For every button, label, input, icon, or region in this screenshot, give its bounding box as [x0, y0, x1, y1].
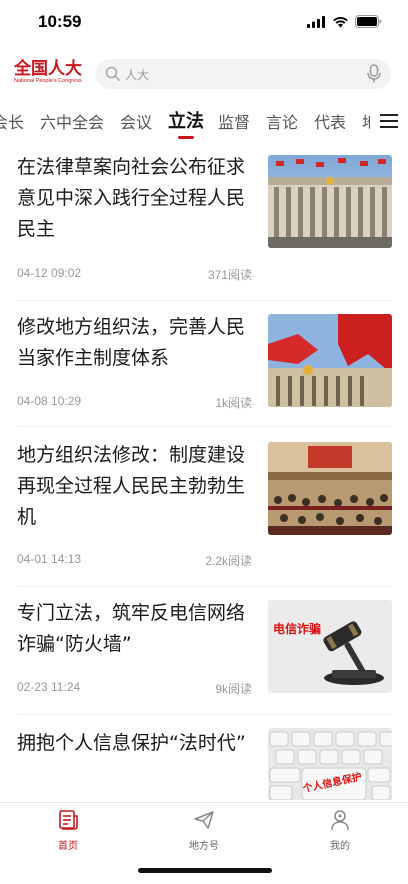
news-icon: [59, 810, 78, 830]
divider: [17, 426, 392, 427]
news-title[interactable]: 修改地方组织法，完善人民当家作主制度体系: [17, 312, 257, 374]
news-thumbnail[interactable]: [268, 442, 392, 535]
news-title[interactable]: 地方组织法修改：制度建设再现全过程人民民主勃勃生机: [17, 440, 257, 533]
user-icon: [331, 810, 349, 831]
news-item[interactable]: 在法律草案向社会公布征求意见中深入践行全过程人民民主 04-12 09:02 3…: [0, 152, 408, 302]
nav-label: 首页: [58, 841, 78, 852]
gavel-icon: [323, 621, 384, 685]
header: 全国人大 National People's Congress 人大: [0, 52, 408, 96]
microphone-icon[interactable]: [367, 64, 381, 84]
channel-tabs: 会长 六中全会 会议 立法 监督 言论 代表 地方: [0, 100, 408, 142]
news-thumbnail[interactable]: [268, 314, 392, 407]
tab-channel[interactable]: 六中全会: [40, 109, 104, 133]
logo-chinese: 全国人大: [14, 59, 82, 79]
news-read-count: 1k阅读: [215, 396, 252, 410]
paper-plane-icon: [194, 811, 214, 829]
tab-channel[interactable]: 言论: [266, 109, 298, 133]
news-title[interactable]: 专门立法，筑牢反电信网络诈骗“防火墙”: [17, 598, 257, 660]
news-read-count: 2.2k阅读: [205, 554, 252, 568]
divider: [17, 300, 392, 301]
news-date: 04-12 09:02: [17, 266, 82, 280]
news-item[interactable]: 拥抱个人信息保护“法时代” 个人信息保护: [0, 728, 408, 800]
news-thumbnail[interactable]: 电信诈骗: [268, 600, 392, 693]
news-read-count: 371阅读: [207, 268, 252, 282]
status-time: 10:59: [38, 12, 82, 31]
tab-channel[interactable]: 会议: [120, 109, 152, 133]
news-thumbnail[interactable]: [268, 155, 392, 248]
nav-local[interactable]: 地方号: [164, 809, 244, 852]
nav-profile[interactable]: 我的: [300, 809, 380, 852]
news-feed: 在法律草案向社会公布征求意见中深入践行全过程人民民主 04-12 09:02 3…: [0, 142, 408, 800]
logo-english: National People's Congress: [14, 78, 82, 84]
search-icon: [105, 66, 120, 81]
news-title[interactable]: 在法律草案向社会公布征求意见中深入践行全过程人民民主: [17, 152, 257, 245]
battery-icon: [355, 15, 382, 28]
tab-channel-active[interactable]: 立法: [168, 107, 204, 133]
tab-channel[interactable]: 代表: [314, 109, 346, 133]
active-tab-indicator: [178, 136, 194, 139]
news-item[interactable]: 地方组织法修改：制度建设再现全过程人民民主勃勃生机 04-01 14:13 2.…: [0, 440, 408, 590]
npc-logo[interactable]: 全国人大 National People's Congress: [14, 60, 86, 90]
home-indicator: [138, 868, 272, 873]
tab-channel[interactable]: 监督: [218, 109, 250, 133]
news-title[interactable]: 拥抱个人信息保护“法时代”: [17, 728, 257, 759]
nav-label: 我的: [330, 841, 350, 852]
news-item[interactable]: 专门立法，筑牢反电信网络诈骗“防火墙” 02-23 11:24 9k阅读 电信诈…: [0, 598, 408, 718]
status-icons: [307, 15, 382, 28]
news-thumbnail[interactable]: 个人信息保护: [268, 728, 392, 800]
divider: [17, 586, 392, 587]
signal-icon: [307, 15, 325, 28]
news-item[interactable]: 修改地方组织法，完善人民当家作主制度体系 04-08 10:29 1k阅读: [0, 312, 408, 430]
divider: [17, 714, 392, 715]
tab-channel[interactable]: 会长: [0, 109, 24, 133]
search-bar[interactable]: 人大: [95, 59, 391, 89]
news-date: 02-23 11:24: [17, 680, 81, 694]
nav-home[interactable]: 首页: [28, 809, 108, 852]
search-input[interactable]: 人大: [125, 66, 149, 83]
news-date: 04-01 14:13: [17, 552, 82, 566]
wifi-icon: [333, 16, 348, 27]
menu-icon[interactable]: [370, 106, 408, 134]
nav-label: 地方号: [189, 841, 219, 852]
news-date: 04-08 10:29: [17, 394, 82, 408]
status-bar: 10:59: [0, 0, 408, 46]
news-read-count: 9k阅读: [215, 682, 252, 696]
